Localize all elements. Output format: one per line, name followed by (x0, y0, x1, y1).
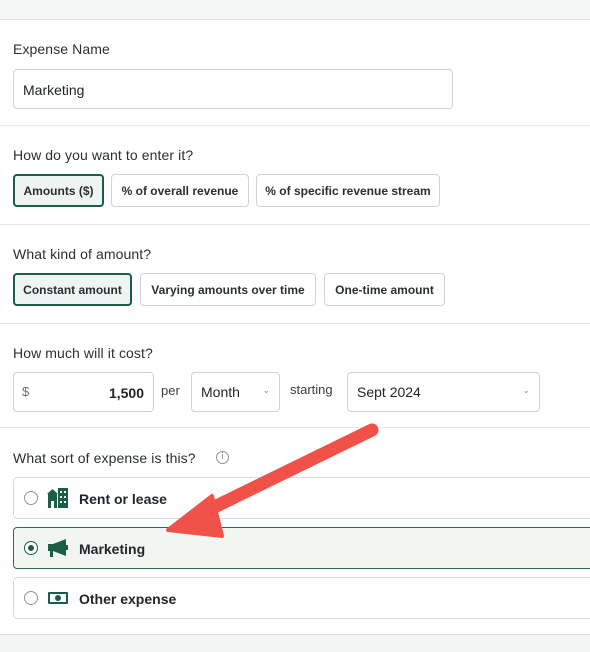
amount-kind-section: What kind of amount? Constant amount Var… (0, 225, 590, 324)
expense-type-section: What sort of expense is this? i Rent or … (0, 428, 590, 635)
info-icon[interactable]: i (216, 451, 229, 464)
entry-amounts-button[interactable]: Amounts ($) (13, 174, 104, 207)
expense-option-other[interactable]: Other expense (13, 577, 590, 619)
expense-name-input[interactable]: Marketing (13, 69, 453, 109)
chevron-down-icon: ⌄ (522, 385, 530, 395)
period-select[interactable]: Month ⌄ (191, 372, 280, 412)
entry-method-label: How do you want to enter it? (13, 147, 194, 163)
chevron-down-icon: ⌄ (262, 385, 270, 395)
rent-label: Rent or lease (79, 491, 167, 507)
constant-amount-button[interactable]: Constant amount (13, 273, 132, 306)
top-band (0, 0, 590, 20)
entry-specific-stream-button[interactable]: % of specific revenue stream (256, 174, 440, 207)
expense-option-rent[interactable]: Rent or lease (13, 477, 590, 519)
cost-section: How much will it cost? $ 1,500 per Month… (0, 324, 590, 428)
expense-option-marketing[interactable]: Marketing (13, 527, 590, 569)
other-label: Other expense (79, 591, 177, 607)
cash-icon (48, 592, 68, 604)
expense-name-section: Expense Name Marketing (0, 20, 590, 126)
cost-amount-input[interactable]: $ 1,500 (13, 372, 154, 412)
marketing-label: Marketing (79, 541, 146, 557)
currency-symbol: $ (22, 384, 30, 399)
starting-label: starting (290, 382, 333, 397)
varying-amounts-button[interactable]: Varying amounts over time (140, 273, 316, 306)
expense-type-label: What sort of expense is this? (13, 450, 196, 466)
megaphone-icon (48, 539, 68, 557)
start-date-select[interactable]: Sept 2024 ⌄ (347, 372, 540, 412)
expense-name-value: Marketing (23, 82, 85, 98)
expense-form: Expense Name Marketing How do you want t… (0, 20, 590, 635)
amount-kind-label: What kind of amount? (13, 246, 152, 262)
rent-radio[interactable] (24, 491, 38, 505)
entry-method-section: How do you want to enter it? Amounts ($)… (0, 126, 590, 225)
one-time-amount-button[interactable]: One-time amount (324, 273, 445, 306)
entry-overall-revenue-button[interactable]: % of overall revenue (111, 174, 249, 207)
start-date-value: Sept 2024 (357, 384, 421, 400)
per-label: per (161, 383, 180, 398)
marketing-radio[interactable] (24, 541, 38, 555)
building-icon (47, 488, 68, 508)
other-radio[interactable] (24, 591, 38, 605)
expense-name-label: Expense Name (13, 41, 110, 57)
cost-label: How much will it cost? (13, 345, 153, 361)
cost-amount-value: 1,500 (108, 385, 144, 401)
period-value: Month (201, 384, 240, 400)
